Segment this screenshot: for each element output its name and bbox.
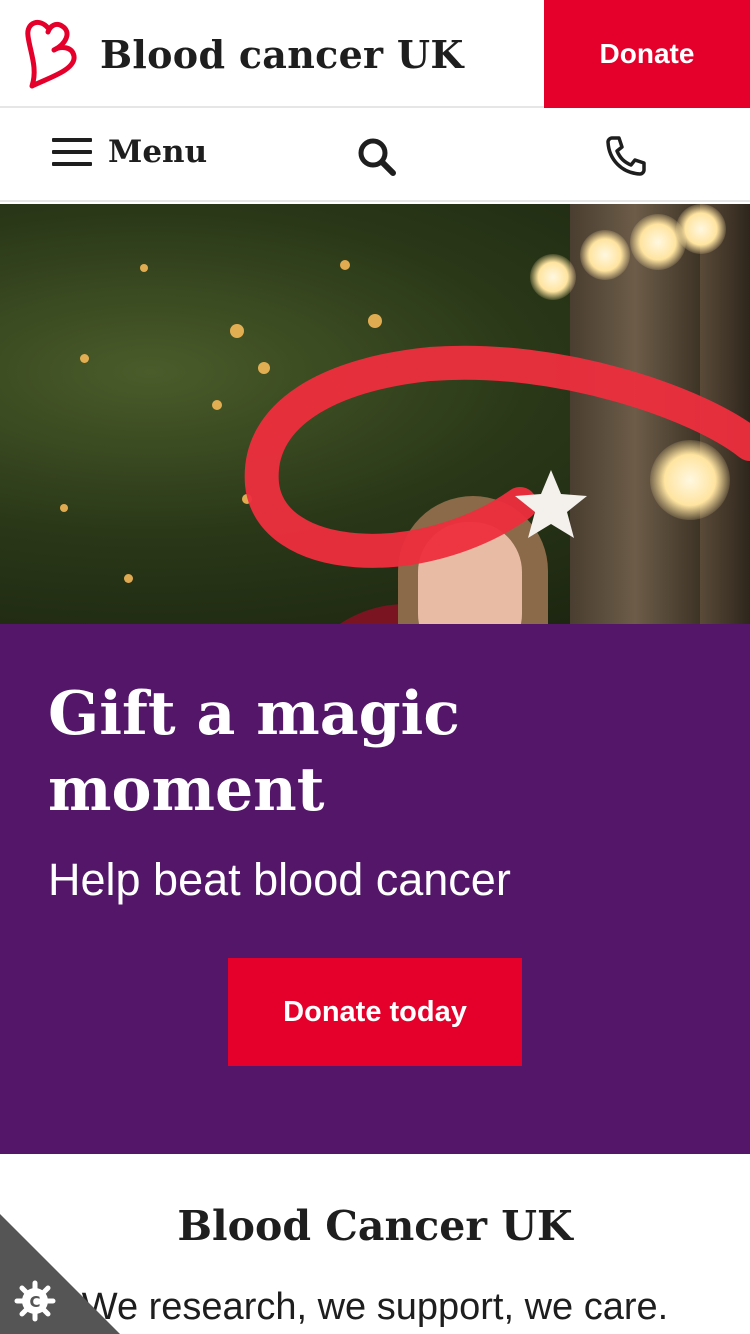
donate-today-button[interactable]: Donate today	[228, 958, 522, 1066]
phone-icon[interactable]	[604, 134, 648, 178]
red-swirl-graphic	[244, 345, 750, 568]
star-icon	[515, 470, 587, 538]
search-icon[interactable]	[356, 136, 398, 178]
site-header: Blood cancer UK Donate	[0, 0, 750, 108]
donate-button[interactable]: Donate	[544, 0, 750, 108]
promo-banner: Gift a magic moment Help beat blood canc…	[0, 624, 750, 1154]
menu-label: Menu	[108, 134, 208, 170]
svg-text:C: C	[29, 1293, 40, 1311]
home-logo-link[interactable]: Blood cancer UK	[18, 16, 464, 92]
logo-heart-b-icon	[25, 19, 77, 89]
cookie-settings-icon: C	[14, 1280, 56, 1322]
brand-name: Blood cancer UK	[100, 31, 464, 77]
promo-subtitle: Help beat blood cancer	[48, 854, 511, 905]
hamburger-icon	[52, 138, 92, 166]
promo-title: Gift a magic moment	[48, 679, 460, 825]
menu-button[interactable]: Menu	[52, 134, 207, 170]
hero-image	[0, 204, 750, 624]
cookie-settings-button[interactable]: C	[0, 1214, 120, 1334]
